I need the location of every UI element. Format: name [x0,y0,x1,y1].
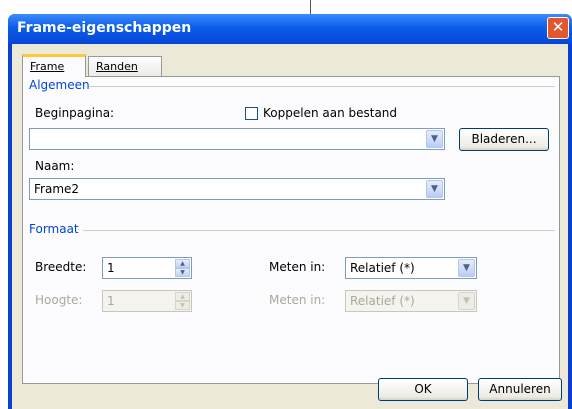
format-group-label: Formaat [29,222,79,236]
start-page-label: Beginpagina: [35,106,115,120]
group-divider [83,230,555,231]
chevron-down-icon[interactable]: ▼ [426,130,443,148]
dialog-window: Frame-eigenschappen ✕ Frame Randen Algem… [8,14,572,409]
name-label: Naam: [35,159,75,173]
link-to-file-label[interactable]: Koppelen aan bestand [263,106,397,120]
height-measure-combo: Relatief (*) ▼ [345,290,477,312]
tab-panel: Algemeen Beginpagina: Koppelen aan besta… [22,76,560,384]
chevron-down-icon[interactable]: ▼ [458,259,475,277]
width-value: 1 [107,261,115,275]
close-button[interactable]: ✕ [547,17,569,39]
measure-in-label: Meten in: [269,260,326,274]
measure-in-combo[interactable]: Relatief (*) ▼ [345,257,477,279]
tab-randen[interactable]: Randen [88,56,162,76]
start-page-combo[interactable]: ▼ [29,128,445,150]
height-label: Hoogte: [35,293,83,307]
height-measure-label: Meten in: [269,293,326,307]
chevron-down-icon[interactable]: ▼ [426,180,443,198]
general-group-label: Algemeen [29,78,90,92]
dialog-title: Frame-eigenschappen [17,20,192,36]
close-icon: ✕ [551,18,565,36]
name-value: Frame2 [34,182,80,196]
width-spinner[interactable]: 1 ▲ ▼ [102,257,192,279]
link-to-file-checkbox[interactable] [245,107,258,120]
group-divider [89,86,555,87]
background-line [310,0,311,14]
name-combo[interactable]: Frame2 ▼ [29,178,445,200]
cancel-button[interactable]: Annuleren [478,378,562,401]
width-label: Breedte: [35,260,87,274]
spin-down-icon[interactable]: ▼ [175,268,190,277]
width-spin-buttons[interactable]: ▲ ▼ [175,259,190,277]
height-spin-buttons: ▲ ▼ [175,292,190,310]
dialog-body: Frame Randen Algemeen Beginpagina: Koppe… [12,44,568,409]
browse-button[interactable]: Bladeren... [459,128,549,151]
spin-down-icon: ▼ [175,301,190,310]
tab-frame[interactable]: Frame [22,54,86,77]
title-bar[interactable]: Frame-eigenschappen ✕ [8,14,572,44]
height-value: 1 [107,294,115,308]
height-spinner: 1 ▲ ▼ [102,290,192,312]
spin-up-icon: ▲ [175,292,190,301]
height-measure-value: Relatief (*) [350,294,415,308]
spin-up-icon[interactable]: ▲ [175,259,190,268]
chevron-down-icon: ▼ [458,292,475,310]
measure-in-value: Relatief (*) [350,261,415,275]
ok-button[interactable]: OK [378,378,468,401]
